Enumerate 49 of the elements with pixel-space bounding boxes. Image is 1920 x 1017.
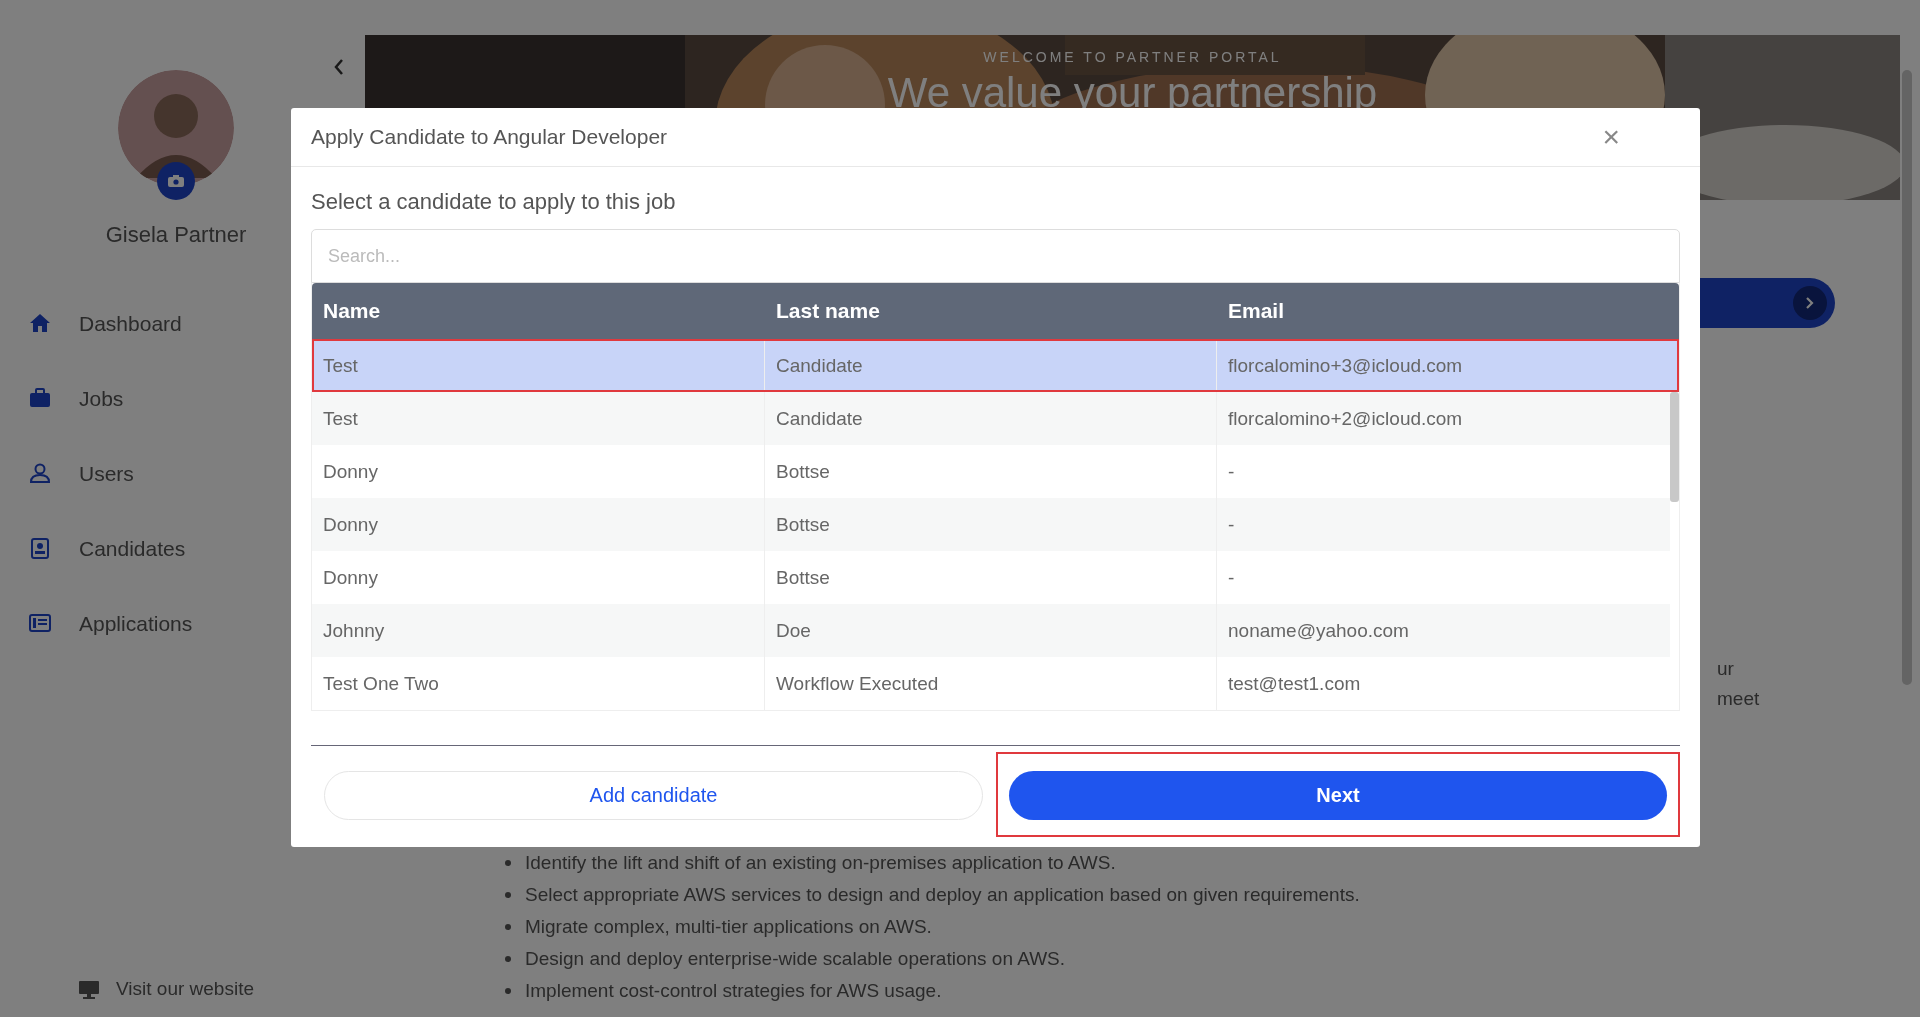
bullet-dot [505,891,511,898]
table-cell-text: - [1227,512,1236,537]
briefcase-icon [29,388,51,409]
prompt-text: Select a candidate to apply to this job [311,189,677,215]
website-link[interactable]: Visit our website [78,978,365,1000]
home-icon [29,313,51,334]
table-cell-text: test@test1.com [1227,671,1362,696]
text-fragment: ur [1717,658,1734,680]
user-icon [29,463,51,484]
add-candidate-button[interactable]: Add candidate [324,771,983,820]
column-header: Email [1227,298,1286,324]
table-cell-text: noname@yahoo.com [1227,618,1410,643]
close-button[interactable]: × [1596,120,1626,154]
bullet-text: Identify the lift and shift of an existing on-premises application to AWS. [525,851,1116,874]
bullet-dot [505,987,511,994]
user-name: Gisela Partner [105,222,247,248]
bullet-text: Migrate complex, multi-tier applications on AWS. [525,915,932,938]
table-row[interactable]: Johnny Doe noname@yahoo.com [312,604,1670,657]
scrollbar[interactable] [1902,70,1912,685]
monitor-icon [78,979,100,999]
table-row[interactable]: Test Candidate florcalomino+3@icloud.com [312,339,1679,392]
text-fragment: meet [1717,688,1760,710]
table-cell-text: florcalomino+2@icloud.com [1227,406,1464,431]
next-button[interactable]: Next [1009,771,1667,820]
scrollbar[interactable] [1670,392,1679,502]
chevron-left-icon [334,59,344,75]
table-cell-text: florcalomino+3@icloud.com [1227,353,1464,378]
table-cell-text: - [1227,565,1236,590]
table-row[interactable]: Donny Bottse - [312,498,1670,551]
camera-icon [168,175,184,187]
column-header: Last name [775,298,881,324]
column-header: Name [322,298,382,324]
table-cell-text: - [1227,459,1236,484]
bullet-dot [505,923,511,930]
bullet-dot [505,859,511,866]
table-cell: Test One Two [312,657,765,710]
search-field[interactable]: Search... [311,229,1680,283]
table-cell: Workflow Executed [765,657,1217,710]
bullet-text: Select appropriate AWS services to design and deploy an application based on given requirements. [525,883,1360,906]
chevron-right-icon [1806,297,1814,309]
list-panel-icon [29,613,51,634]
table-row[interactable]: Test Candidate florcalomino+2@icloud.com [312,392,1670,445]
bullet-text: Design and deploy enterprise-wide scalable operations on AWS. [525,947,1066,970]
dialog-title: Apply Candidate to Angular Developer [311,125,668,149]
contact-card-icon [29,538,51,559]
camera-button[interactable] [157,162,195,200]
banner-eyebrow: WELCOME TO PARTNER PORTAL [983,49,1282,65]
bullet-text: Implement cost-control strategies for AWS usage. [525,979,942,1002]
bullet-dot [505,955,511,962]
